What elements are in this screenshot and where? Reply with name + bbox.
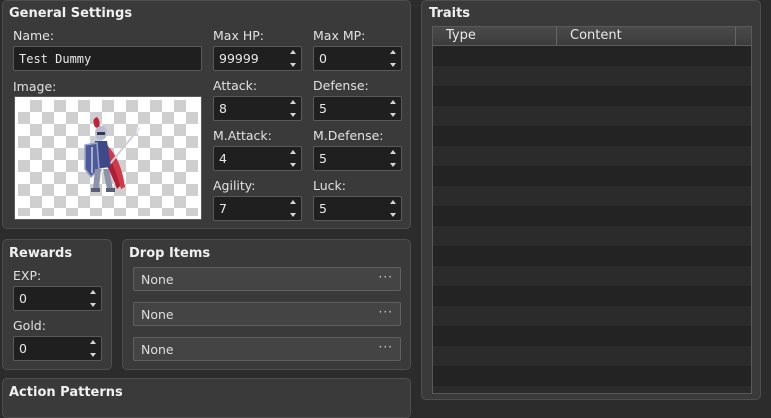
max-hp-spinner[interactable] (288, 50, 297, 67)
spin-up-icon[interactable] (389, 50, 396, 54)
column-divider (556, 27, 557, 45)
spin-up-icon[interactable] (289, 50, 296, 54)
ellipsis-icon[interactable]: ··· (379, 340, 393, 354)
luck-input[interactable]: 5 (313, 196, 402, 221)
spin-down-icon[interactable] (289, 113, 296, 117)
traits-table-rows[interactable] (433, 46, 751, 393)
spin-down-icon[interactable] (389, 63, 396, 67)
spin-up-icon[interactable] (89, 290, 96, 294)
enemy-image-box[interactable] (14, 96, 202, 220)
exp-spinner[interactable] (88, 290, 97, 307)
exp-input[interactable]: 0 (13, 286, 102, 311)
agility-label: Agility: (213, 178, 256, 193)
image-label: Image: (13, 79, 57, 94)
m-defense-value: 5 (319, 151, 327, 166)
spin-down-icon[interactable] (89, 353, 96, 357)
m-attack-input[interactable]: 4 (213, 146, 302, 171)
spin-down-icon[interactable] (289, 213, 296, 217)
defense-label: Defense: (313, 78, 369, 93)
spin-up-icon[interactable] (389, 150, 396, 154)
name-label: Name: (13, 28, 55, 43)
spin-up-icon[interactable] (89, 340, 96, 344)
attack-value: 8 (219, 101, 227, 116)
drop-item-3-value: None (141, 342, 174, 357)
m-defense-input[interactable]: 5 (313, 146, 402, 171)
defense-spinner[interactable] (388, 100, 397, 117)
max-mp-value: 0 (319, 51, 327, 66)
column-divider (735, 27, 736, 45)
max-mp-label: Max MP: (313, 28, 366, 43)
exp-value: 0 (19, 291, 27, 306)
general-settings-title: General Settings (9, 6, 133, 21)
action-patterns-panel: Action Patterns (2, 378, 411, 418)
defense-input[interactable]: 5 (313, 96, 402, 121)
drop-item-1-value: None (141, 272, 174, 287)
traits-table[interactable]: Type Content (432, 26, 752, 394)
agility-value: 7 (219, 201, 227, 216)
ellipsis-icon[interactable]: ··· (379, 270, 393, 284)
max-hp-label: Max HP: (213, 28, 264, 43)
m-defense-label: M.Defense: (313, 128, 384, 143)
agility-input[interactable]: 7 (213, 196, 302, 221)
spin-down-icon[interactable] (289, 163, 296, 167)
attack-label: Attack: (213, 78, 258, 93)
traits-title: Traits (429, 6, 471, 21)
spin-down-icon[interactable] (389, 113, 396, 117)
max-mp-input[interactable]: 0 (313, 46, 402, 71)
ellipsis-icon[interactable]: ··· (379, 305, 393, 319)
drop-item-2-value: None (141, 307, 174, 322)
m-attack-spinner[interactable] (288, 150, 297, 167)
name-value: Test Dummy (19, 52, 92, 66)
drop-item-1[interactable]: None ··· (133, 267, 401, 291)
column-content[interactable]: Content (570, 28, 622, 43)
spin-down-icon[interactable] (389, 163, 396, 167)
spin-down-icon[interactable] (289, 63, 296, 67)
spin-up-icon[interactable] (389, 200, 396, 204)
luck-value: 5 (319, 201, 327, 216)
defense-value: 5 (319, 101, 327, 116)
traits-panel: Traits Type Content (421, 0, 761, 400)
exp-label: EXP: (13, 268, 42, 283)
spin-up-icon[interactable] (289, 150, 296, 154)
traits-table-header: Type Content (433, 27, 751, 46)
drop-item-3[interactable]: None ··· (133, 337, 401, 361)
max-mp-spinner[interactable] (388, 50, 397, 67)
drop-items-panel: Drop Items None ··· None ··· None ··· (122, 239, 411, 370)
action-patterns-title: Action Patterns (9, 385, 123, 400)
gold-spinner[interactable] (88, 340, 97, 357)
column-type[interactable]: Type (446, 28, 476, 43)
spin-down-icon[interactable] (89, 303, 96, 307)
luck-spinner[interactable] (388, 200, 397, 217)
luck-label: Luck: (313, 178, 346, 193)
rewards-panel: Rewards EXP: 0 Gold: 0 (2, 239, 112, 370)
gold-input[interactable]: 0 (13, 336, 102, 361)
attack-input[interactable]: 8 (213, 96, 302, 121)
agility-spinner[interactable] (288, 200, 297, 217)
drop-items-title: Drop Items (129, 246, 211, 261)
gold-value: 0 (19, 341, 27, 356)
drop-item-2[interactable]: None ··· (133, 302, 401, 326)
max-hp-input[interactable]: 99999 (213, 46, 302, 71)
knight-sprite-image (84, 117, 141, 192)
m-defense-spinner[interactable] (388, 150, 397, 167)
gold-label: Gold: (13, 318, 46, 333)
spin-down-icon[interactable] (389, 213, 396, 217)
spin-up-icon[interactable] (289, 200, 296, 204)
m-attack-label: M.Attack: (213, 128, 272, 143)
rewards-title: Rewards (9, 246, 73, 261)
attack-spinner[interactable] (288, 100, 297, 117)
name-input[interactable]: Test Dummy (13, 46, 202, 71)
spin-up-icon[interactable] (289, 100, 296, 104)
m-attack-value: 4 (219, 151, 227, 166)
spin-up-icon[interactable] (389, 100, 396, 104)
general-settings-panel: General Settings Name: Test Dummy Image: (2, 0, 411, 229)
max-hp-value: 99999 (219, 51, 259, 66)
